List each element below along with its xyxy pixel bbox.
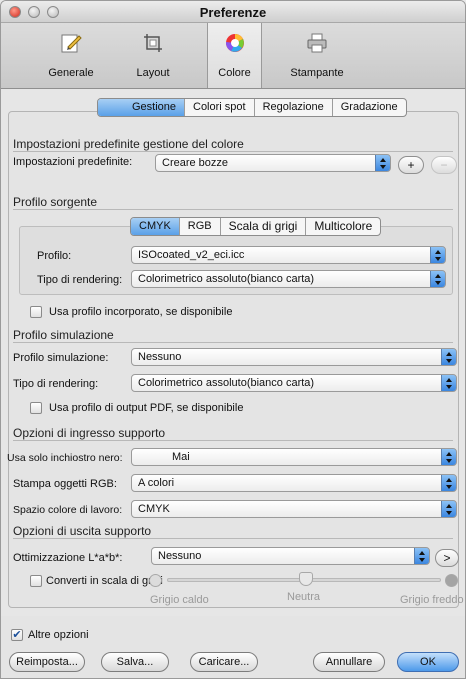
stepper-arrows-icon xyxy=(441,475,456,491)
stepper-arrows-icon xyxy=(430,271,445,287)
simulation-rendering-value: Colorimetrico assoluto(bianco carta) xyxy=(138,377,315,389)
simulation-profile-select[interactable]: Nessuno xyxy=(131,348,457,366)
tab-gestione[interactable]: Gestione xyxy=(98,99,185,116)
working-space-label: Spazio colore di lavoro: xyxy=(13,504,123,516)
cold-gray-label: Grigio freddo xyxy=(400,594,464,606)
color-tabs: Gestione Colori spot Regolazione Gradazi… xyxy=(97,98,407,117)
tab-scala-di-grigi[interactable]: Scala di grigi xyxy=(221,218,307,235)
lab-optimization-value: Nessuno xyxy=(158,550,202,562)
source-profile-select[interactable]: ISOcoated_v2_eci.icc xyxy=(131,246,446,264)
color-wheel-icon xyxy=(225,34,244,52)
presets-value: Creare bozze xyxy=(162,157,229,169)
rgb-objects-value: A colori xyxy=(138,477,175,489)
toolbar-label: Generale xyxy=(48,67,94,79)
preferences-window: Preferenze Generale Layout Colore Stampa… xyxy=(0,0,466,679)
lab-optimization-select[interactable]: Nessuno xyxy=(151,547,430,565)
tab-gradazione[interactable]: Gradazione xyxy=(333,99,406,116)
toolbar-tab-colore[interactable]: Colore xyxy=(207,23,262,88)
black-ink-select[interactable]: Mai xyxy=(131,448,457,466)
lab-details-button[interactable]: > xyxy=(435,549,459,567)
pencil-doc-icon xyxy=(61,34,82,53)
stepper-arrows-icon xyxy=(441,449,456,465)
divider xyxy=(13,538,453,539)
simulation-rendering-select[interactable]: Colorimetrico assoluto(bianco carta) xyxy=(131,374,457,392)
presets-label: Impostazioni predefinite: xyxy=(13,156,133,168)
add-preset-button[interactable]: + xyxy=(398,156,424,174)
source-tabs: CMYK RGB Scala di grigi Multicolore xyxy=(130,217,382,236)
pdf-output-profile-checkbox[interactable] xyxy=(30,402,42,414)
tab-colori-spot[interactable]: Colori spot xyxy=(185,99,255,116)
toolbar-tab-layout[interactable]: Layout xyxy=(121,23,185,88)
toolbar-label: Stampante xyxy=(290,67,344,79)
more-options-label: Altre opzioni xyxy=(28,629,89,641)
tab-rgb[interactable]: RGB xyxy=(180,218,221,235)
stepper-arrows-icon xyxy=(441,501,456,517)
source-rendering-label: Tipo di rendering: xyxy=(37,274,123,286)
divider xyxy=(13,151,453,152)
ok-button[interactable]: OK xyxy=(397,652,459,672)
cold-gray-swatch xyxy=(445,574,458,587)
source-profile-label: Profilo: xyxy=(37,250,72,262)
tab-regolazione[interactable]: Regolazione xyxy=(255,99,333,116)
chevron-right-icon: > xyxy=(443,551,451,565)
checkmark-icon: ✔ xyxy=(12,629,22,641)
cancel-button[interactable]: Annullare xyxy=(313,652,385,672)
convert-grayscale-checkbox[interactable] xyxy=(30,575,42,587)
stepper-arrows-icon xyxy=(430,247,445,263)
presets-heading: Impostazioni predefinite gestione del co… xyxy=(13,137,244,151)
rgb-objects-label: Stampa oggetti RGB: xyxy=(13,478,117,490)
source-rendering-value: Colorimetrico assoluto(bianco carta) xyxy=(138,273,315,285)
reset-button[interactable]: Reimposta... xyxy=(9,652,85,672)
toolbar-tab-stampante[interactable]: Stampante xyxy=(285,23,349,88)
output-options-heading: Opzioni di uscita supporto xyxy=(13,524,152,538)
simulation-profile-heading: Profilo simulazione xyxy=(13,328,114,342)
footer: ✔ Altre opzioni Reimposta... Salva... Ca… xyxy=(1,616,465,678)
toolbar-label: Layout xyxy=(136,67,170,79)
presets-select[interactable]: Creare bozze xyxy=(155,154,391,172)
embedded-profile-checkbox[interactable] xyxy=(30,306,42,318)
stepper-arrows-icon xyxy=(375,155,390,171)
source-rendering-select[interactable]: Colorimetrico assoluto(bianco carta) xyxy=(131,270,446,288)
divider xyxy=(13,209,453,210)
convert-grayscale-label: Converti in scala di grigi xyxy=(46,575,163,587)
embedded-profile-label: Usa profilo incorporato, se disponibile xyxy=(49,306,233,318)
load-button[interactable]: Caricare... xyxy=(190,652,258,672)
stepper-arrows-icon xyxy=(441,349,456,365)
slider-thumb[interactable] xyxy=(299,572,313,586)
remove-preset-button[interactable]: − xyxy=(431,156,457,174)
toolbar-tab-generale[interactable]: Generale xyxy=(39,23,103,88)
save-button[interactable]: Salva... xyxy=(101,652,169,672)
printer-icon xyxy=(307,33,327,53)
black-ink-value: Mai xyxy=(172,451,190,463)
working-space-select[interactable]: CMYK xyxy=(131,500,457,518)
source-profile-value: ISOcoated_v2_eci.icc xyxy=(138,249,245,261)
window-title: Preferenze xyxy=(199,5,267,20)
divider xyxy=(13,440,453,441)
divider xyxy=(13,342,453,343)
simulation-profile-value: Nessuno xyxy=(138,351,182,363)
simulation-profile-label: Profilo simulazione: xyxy=(13,352,109,364)
warm-gray-swatch xyxy=(149,574,162,587)
lab-optimization-label: Ottimizzazione L*a*b*: xyxy=(13,552,123,564)
input-options-heading: Opzioni di ingresso supporto xyxy=(13,426,166,440)
title-bar: Preferenze xyxy=(1,1,465,23)
warm-gray-label: Grigio caldo xyxy=(150,594,209,606)
simulation-rendering-label: Tipo di rendering: xyxy=(13,378,99,390)
more-options-checkbox[interactable]: ✔ xyxy=(11,629,23,641)
crop-icon xyxy=(144,34,162,52)
stepper-arrows-icon xyxy=(414,548,429,564)
toolbar-label: Colore xyxy=(218,67,251,79)
tab-multicolore[interactable]: Multicolore xyxy=(306,218,380,235)
preferences-toolbar: Generale Layout Colore Stampante xyxy=(1,23,465,89)
pdf-output-profile-label: Usa profilo di output PDF, se disponibil… xyxy=(49,402,244,414)
neutral-label: Neutra xyxy=(287,591,321,603)
source-profile-heading: Profilo sorgente xyxy=(13,195,98,209)
black-ink-label: Usa solo inchiostro nero: xyxy=(7,452,123,464)
rgb-objects-select[interactable]: A colori xyxy=(131,474,457,492)
tab-cmyk[interactable]: CMYK xyxy=(131,218,180,235)
stepper-arrows-icon xyxy=(441,375,456,391)
working-space-value: CMYK xyxy=(138,503,170,515)
